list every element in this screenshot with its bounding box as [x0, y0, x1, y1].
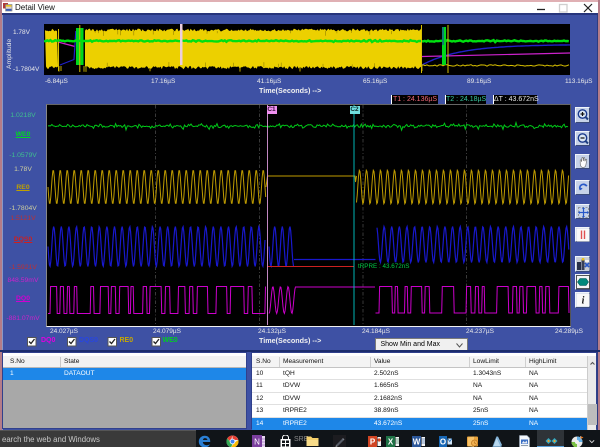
- svg-text:W: W: [413, 437, 421, 446]
- svg-text:Amplitude: Amplitude: [6, 39, 13, 69]
- svg-text:i: i: [581, 296, 584, 307]
- svg-text:P: P: [370, 437, 376, 446]
- svg-text:N: N: [254, 437, 260, 446]
- svg-text:X: X: [388, 437, 394, 446]
- svg-text:O: O: [440, 437, 446, 446]
